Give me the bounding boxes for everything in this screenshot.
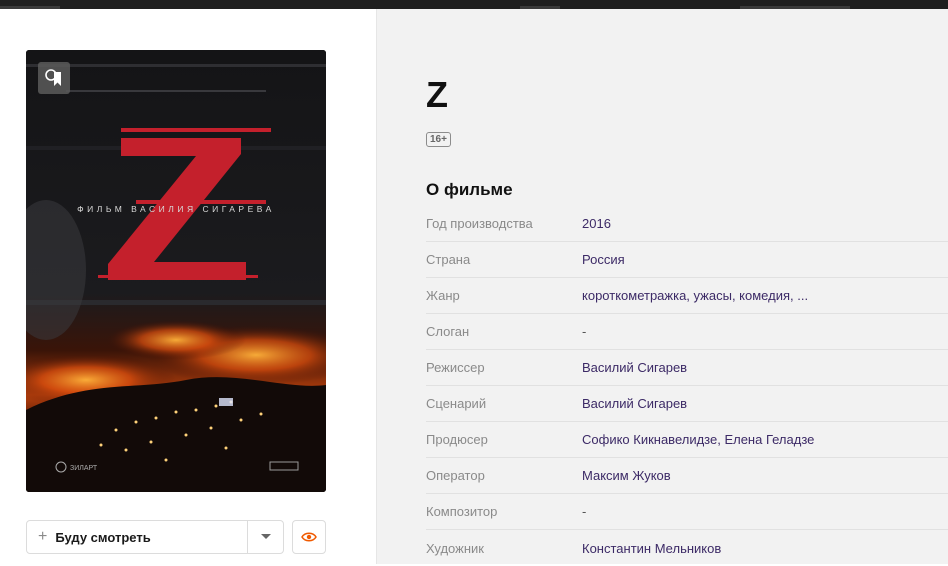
info-value-link[interactable]: Василий Сигарев xyxy=(582,396,687,411)
info-row-slogan: Слоган - xyxy=(426,314,948,350)
info-label: Художник xyxy=(426,540,484,556)
info-row-screenplay: Сценарий Василий Сигарев xyxy=(426,386,948,422)
info-value-link[interactable]: короткометражка, ужасы, комедия, ... xyxy=(582,288,808,303)
info-value-link[interactable]: Константин Мельников xyxy=(582,541,721,556)
plus-icon: + xyxy=(38,528,48,545)
info-label: Композитор xyxy=(426,504,498,519)
info-value-link[interactable]: 2016 xyxy=(582,216,611,231)
watchlist-group: + Буду смотреть xyxy=(26,520,284,554)
info-value-text: - xyxy=(582,324,587,339)
info-label: Год производства xyxy=(426,216,533,231)
info-row-artist: Художник Константин Мельников xyxy=(426,530,948,566)
film-info-table: Год производства 2016 Страна Россия Жанр… xyxy=(426,206,948,566)
poster-artwork: ФИЛЬМ ВАСИЛИЯ СИГАРЕВА ЗИЛАРТ xyxy=(26,50,326,492)
chevron-down-icon xyxy=(260,534,271,539)
will-watch-button[interactable]: + Буду смотреть xyxy=(27,521,248,553)
info-row-operator: Оператор Максим Жуков xyxy=(426,458,948,494)
movie-poster[interactable]: ФИЛЬМ ВАСИЛИЯ СИГАРЕВА ЗИЛАРТ xyxy=(26,50,326,492)
info-label: Слоган xyxy=(426,324,470,339)
info-row-director: Режиссер Василий Сигарев xyxy=(426,350,948,386)
info-value-link[interactable]: Софико Кикнавелидзе, Елена Геладзе xyxy=(582,432,814,447)
poster-tagline: ФИЛЬМ ВАСИЛИЯ СИГАРЕВА xyxy=(77,204,275,214)
info-value-link[interactable]: Максим Жуков xyxy=(582,468,671,483)
info-label: Жанр xyxy=(426,288,460,303)
watched-button[interactable] xyxy=(292,520,326,554)
age-rating-badge: 16+ xyxy=(426,132,451,147)
watchlist-dropdown-button[interactable] xyxy=(248,521,283,553)
info-row-producer: Продюсер Софико Кикнавелидзе, Елена Гела… xyxy=(426,422,948,458)
info-row-composer: Композитор - xyxy=(426,494,948,530)
info-label: Сценарий xyxy=(426,396,487,411)
info-label: Режиссер xyxy=(426,360,485,375)
about-section-title: О фильме xyxy=(426,180,513,199)
info-row-country: Страна Россия xyxy=(426,242,948,278)
info-value-link[interactable]: Россия xyxy=(582,252,625,267)
page-title: Z xyxy=(426,74,448,115)
poster-studio-logo: ЗИЛАРТ xyxy=(70,465,98,472)
eye-icon xyxy=(301,532,317,542)
info-label: Страна xyxy=(426,252,471,267)
bookmark-icon[interactable] xyxy=(38,62,70,94)
info-label: Продюсер xyxy=(426,432,488,447)
top-bar xyxy=(0,0,948,9)
info-value-link[interactable]: Василий Сигарев xyxy=(582,360,687,375)
info-row-year: Год производства 2016 xyxy=(426,206,948,242)
info-label: Оператор xyxy=(426,468,485,483)
will-watch-label: Буду смотреть xyxy=(55,529,151,545)
info-value-text: - xyxy=(582,504,587,519)
info-row-genre: Жанр короткометражка, ужасы, комедия, ..… xyxy=(426,278,948,314)
